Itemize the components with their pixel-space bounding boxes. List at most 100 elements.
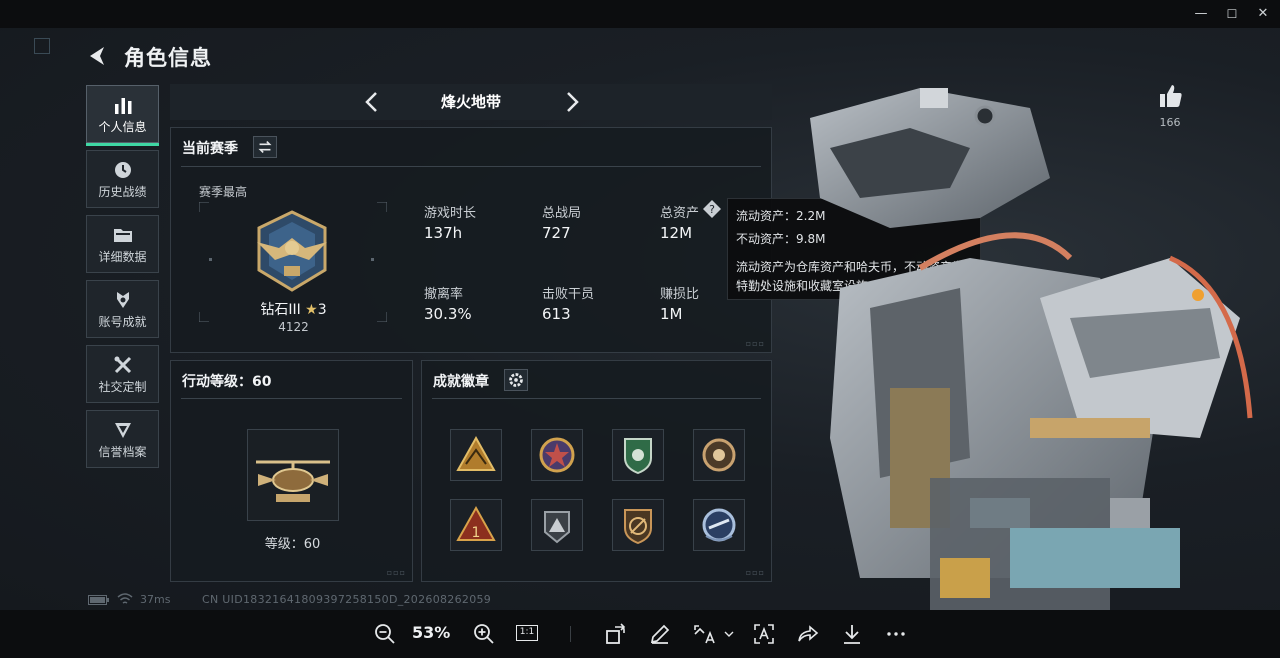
text-recognition-icon[interactable] (752, 622, 776, 646)
round-emblem-icon (702, 438, 736, 472)
sidebar-item-achievements[interactable]: 账号成就 (86, 280, 159, 338)
green-shield-icon (624, 438, 652, 475)
season-best-label: 赛季最高 (199, 185, 248, 199)
share-icon[interactable] (796, 622, 820, 646)
slash-shield-icon (624, 509, 652, 545)
divider (181, 398, 402, 399)
mountain-badge-icon (544, 511, 570, 544)
achievement-badge[interactable] (450, 429, 502, 481)
bar-chart-icon (114, 98, 131, 114)
sidebar-item-label: 信誉档案 (98, 445, 147, 459)
mode-selector: 烽火地带 (170, 84, 772, 120)
battery-icon (88, 595, 109, 605)
sidebar-item-history[interactable]: 历史战绩 (86, 150, 159, 208)
maximize-button[interactable]: ☐ (1217, 4, 1247, 24)
zoom-out-icon[interactable] (373, 622, 397, 646)
sidebar-item-detailed-data[interactable]: 详细数据 (86, 215, 159, 273)
tools-icon (114, 356, 131, 374)
swap-icon (258, 140, 272, 154)
rank-name: 钻石III (260, 302, 301, 318)
download-icon[interactable] (840, 622, 864, 646)
action-level-panel: 行动等级：60 等级：60 ▫▫▫ (170, 360, 413, 582)
stat-label-kills: 击败干员 (542, 287, 595, 302)
sidebar-item-social[interactable]: 社交定制 (86, 345, 159, 403)
window-titlebar: — ☐ ✕ (0, 0, 1280, 28)
helicopter-badge-icon (256, 460, 330, 502)
achievement-badge[interactable] (693, 499, 745, 551)
zoom-level: 53% (412, 623, 451, 642)
thumbs-up-icon[interactable] (1156, 82, 1184, 110)
sidebar-item-label: 账号成就 (98, 315, 147, 329)
user-uid: CN UID18321641809397258150D_202608262059 (202, 593, 492, 606)
shield-icon (114, 423, 131, 438)
blue-crest-icon (702, 508, 736, 542)
divider (432, 398, 761, 399)
stat-label-profit-ratio: 赚损比 (660, 287, 700, 302)
gear-icon (509, 373, 523, 387)
sidebar-item-personal-info[interactable]: 个人信息 (86, 85, 159, 146)
zoom-in-icon[interactable] (472, 622, 496, 646)
more-options-icon[interactable] (884, 622, 908, 646)
actual-size-button[interactable]: 1:1 (516, 625, 538, 641)
achievement-badge[interactable] (612, 499, 664, 551)
achievement-badge[interactable] (693, 429, 745, 481)
clock-icon (114, 162, 131, 178)
corner-decoration (34, 38, 50, 54)
triangle-badge-icon (456, 435, 496, 471)
divider (181, 166, 761, 167)
star-medal-icon (539, 437, 575, 473)
sidebar-item-label: 个人信息 (98, 120, 147, 134)
close-button[interactable]: ✕ (1248, 4, 1278, 24)
rotate-icon[interactable] (604, 622, 628, 646)
sidebar-item-label: 历史战绩 (98, 185, 147, 199)
season-heading: 当前赛季 (182, 141, 238, 157)
back-arrow-icon[interactable] (86, 44, 110, 68)
stat-label-matches: 总战局 (542, 206, 582, 221)
season-panel: 当前赛季 赛季最高 钻石III ★3 4122 游戏时长 137h 总战局 72… (170, 127, 772, 353)
visual-lookup-icon[interactable] (692, 622, 716, 646)
achievement-badge[interactable]: 1 (450, 499, 502, 551)
achievement-badge[interactable] (531, 429, 583, 481)
achievement-badge[interactable] (612, 429, 664, 481)
ping-value: 37ms (140, 593, 171, 606)
level-caption: 等级：60 (264, 537, 321, 552)
help-icon[interactable]: ? (702, 199, 722, 219)
achievements-panel: 成就徽章 1 ▫▫▫ (421, 360, 772, 582)
achievement-icon (116, 292, 129, 308)
sidebar-item-reputation[interactable]: 信誉档案 (86, 410, 159, 468)
svg-text:?: ? (709, 203, 715, 216)
folder-icon (113, 229, 132, 242)
panel-corner-dots: ▫▫▫ (745, 339, 765, 348)
sidebar-item-label: 社交定制 (98, 380, 147, 394)
diamond-rank-emblem-icon (257, 210, 327, 292)
page-title: 角色信息 (124, 46, 212, 70)
achievement-badge[interactable] (531, 499, 583, 551)
sidebar-item-label: 详细数据 (98, 250, 147, 264)
chevron-right-icon[interactable] (562, 90, 582, 114)
wifi-icon (117, 593, 133, 604)
game-screen: 角色信息 个人信息 历史战绩 详细数据 账号成就 社交定制 信誉档案 烽火地带 … (0, 28, 1280, 610)
achievement-settings-button[interactable] (504, 369, 528, 391)
stat-value-assets: 12M (660, 224, 693, 242)
svg-text:1: 1 (472, 525, 481, 541)
edit-pencil-icon[interactable] (648, 622, 672, 646)
actual-size-label: 1:1 (519, 627, 535, 637)
chevron-down-icon[interactable] (724, 630, 734, 638)
rank-name-row: 钻石III ★3 (171, 299, 416, 319)
achievements-heading: 成就徽章 (433, 374, 489, 390)
toolbar-divider (570, 626, 571, 642)
stat-label-playtime: 游戏时长 (424, 206, 477, 221)
minimize-button[interactable]: — (1186, 4, 1216, 24)
viewer-toolbar: 53% 1:1 (0, 610, 1280, 658)
stat-label-assets: 总资产 (660, 206, 700, 221)
action-level-heading: 行动等级：60 (182, 374, 272, 390)
like-count: 166 (1159, 116, 1181, 129)
switch-season-button[interactable] (253, 136, 277, 158)
mode-name: 烽火地带 (440, 93, 501, 111)
stat-label-extract-rate: 撤离率 (424, 287, 464, 302)
rank-points: 4122 (278, 320, 309, 334)
stat-value-matches: 727 (542, 224, 571, 242)
stat-value-extract-rate: 30.3% (424, 305, 472, 323)
stat-value-playtime: 137h (424, 224, 463, 242)
panel-corner-dots: ▫▫▫ (386, 568, 406, 577)
